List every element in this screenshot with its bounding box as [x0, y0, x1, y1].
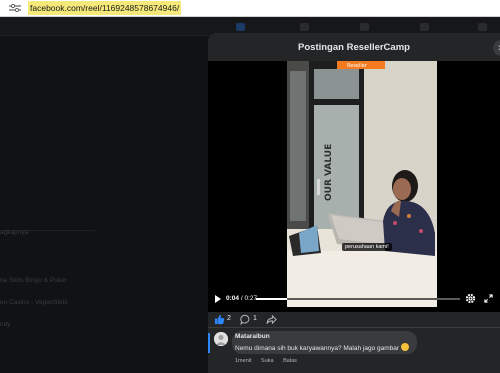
play-icon[interactable]	[214, 294, 222, 304]
gaming-nav-icon[interactable]	[478, 23, 487, 31]
address-bar[interactable]: facebook.com/reel/1169248578674946/	[0, 0, 500, 17]
url-text[interactable]: facebook.com/reel/1169248578674946/	[28, 1, 182, 15]
video-watermark: Reseller	[347, 63, 368, 69]
site-settings-icon[interactable]	[9, 3, 21, 13]
share-icon[interactable]	[266, 314, 277, 325]
marketplace-nav-icon[interactable]	[360, 23, 369, 31]
comment-body: Nemu dimana sih buk karyawannya? Malah j…	[235, 345, 400, 352]
sidebar-item[interactable]: agkapnya	[0, 229, 28, 236]
time-display: 0:04 / 0:27	[226, 294, 257, 304]
sidebar-item[interactable]: ne Slots Bingo & Poker	[0, 277, 67, 284]
sidebar-item[interactable]: en Casino - VegasSlots	[0, 299, 68, 306]
comment-actions: 1menit Suka Balas	[235, 358, 305, 364]
video-scene-illustration: OUR VALUE Reseller	[287, 61, 437, 307]
current-time: 0:04	[226, 295, 240, 302]
comment-item: Mataraibun Nemu dimana sih buk karyawann…	[208, 329, 500, 373]
avatar[interactable]	[214, 332, 228, 346]
video-controls: 0:04 / 0:27	[208, 292, 500, 306]
video-player[interactable]: OUR VALUE Reseller perusahaan kami!	[208, 61, 500, 312]
comment-author[interactable]: Mataraibun	[235, 333, 270, 340]
comment-count: 1	[253, 315, 257, 322]
comment-reply-button[interactable]: Balas	[283, 358, 297, 364]
comment-icon[interactable]	[240, 314, 251, 325]
like-count: 2	[227, 315, 231, 322]
engagement-bar: 2 1	[208, 312, 500, 328]
comment-bubble: Mataraibun Nemu dimana sih buk karyawann…	[232, 331, 417, 354]
browser-window: facebook.com/reel/1169248578674946/ agka…	[0, 0, 500, 373]
expand-icon[interactable]	[484, 294, 493, 303]
gear-icon[interactable]	[465, 293, 476, 304]
comment-timestamp[interactable]: 1menit	[235, 358, 252, 364]
progress-bar[interactable]	[256, 298, 460, 300]
video-nav-icon[interactable]	[300, 23, 309, 31]
reel-post-dialog: Postingan ResellerCamp ✕ OUR VALUE Resel…	[208, 33, 500, 373]
home-nav-icon[interactable]	[236, 23, 245, 31]
avatar-icon	[214, 332, 228, 346]
close-button[interactable]: ✕	[493, 40, 500, 56]
comment-highlight-bar	[208, 333, 210, 353]
comment-like-button[interactable]: Suka	[261, 358, 274, 364]
grinning-sweat-emoji-icon	[401, 343, 410, 351]
groups-nav-icon[interactable]	[420, 23, 429, 31]
dialog-title: Postingan ResellerCamp	[298, 42, 410, 53]
comment-text: Nemu dimana sih buk karyawannya? Malah j…	[235, 343, 410, 352]
video-caption: perusahaan kami!	[342, 243, 392, 251]
sidebar-item[interactable]: ndy	[0, 321, 10, 328]
like-icon[interactable]	[214, 314, 225, 325]
wall-text: OUR VALUE	[324, 144, 334, 201]
progress-fill	[256, 298, 287, 300]
video-frame: OUR VALUE Reseller perusahaan kami!	[287, 61, 437, 307]
